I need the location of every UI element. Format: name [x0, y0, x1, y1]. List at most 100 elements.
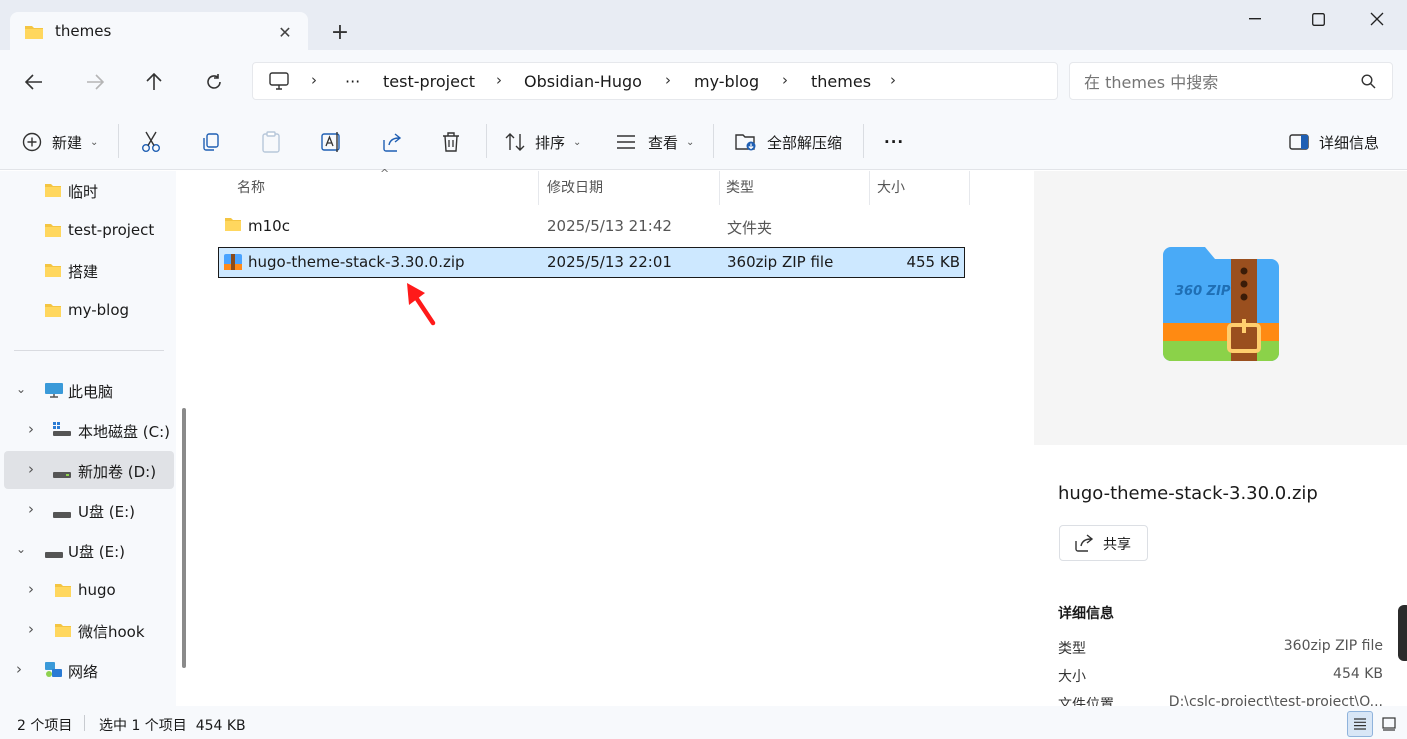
back-button[interactable] — [16, 66, 52, 98]
chevron-right-icon[interactable]: › — [28, 500, 34, 518]
sidebar-item-usb[interactable]: ⌄ U盘 (E:) — [4, 531, 174, 569]
sidebar-item-linshi[interactable]: 临时 — [4, 171, 174, 209]
chevron-right-icon[interactable]: › — [16, 660, 22, 678]
breadcrumb-themes[interactable]: themes — [811, 72, 871, 91]
edge-panel-handle[interactable] — [1398, 605, 1407, 661]
sidebar-item-test-project[interactable]: test-project — [4, 211, 174, 249]
breadcrumb-my-blog[interactable]: my-blog — [694, 72, 759, 91]
view-button[interactable]: 查看 ⌄ — [616, 126, 694, 158]
column-divider[interactable] — [719, 171, 720, 205]
file-type: 360zip ZIP file — [727, 253, 834, 271]
this-pc-icon[interactable] — [269, 72, 289, 94]
windows-drive-icon — [52, 421, 72, 441]
column-header-modified[interactable]: 修改日期 — [547, 177, 603, 197]
minimize-button[interactable] — [1232, 4, 1278, 34]
extract-all-button[interactable]: 全部解压缩 — [735, 126, 842, 158]
address-row: › ··· test-project › Obsidian-Hugo › my-… — [0, 50, 1407, 112]
chevron-right-icon[interactable]: › — [782, 71, 788, 89]
more-options-button[interactable]: ··· — [884, 126, 904, 158]
sidebar-item-hugo[interactable]: › hugo — [4, 571, 174, 609]
new-tab-button[interactable]: + — [326, 18, 354, 46]
search-input[interactable] — [1084, 70, 1354, 94]
chevron-down-icon[interactable]: ⌄ — [16, 382, 26, 396]
zip-archive-icon — [223, 253, 243, 275]
view-button-label: 查看 — [648, 133, 679, 152]
close-tab-icon[interactable]: ✕ — [274, 21, 296, 43]
toolbar-divider — [486, 124, 487, 158]
sidebar-scrollbar[interactable] — [182, 408, 186, 668]
sidebar-item-drive-e[interactable]: › U盘 (E:) — [4, 491, 174, 529]
file-name: hugo-theme-stack-3.30.0.zip — [248, 253, 465, 271]
tiles-view-button[interactable] — [1376, 711, 1402, 737]
sidebar-item-label: U盘 (E:) — [68, 543, 125, 561]
sidebar-item-this-pc[interactable]: ⌄ 此电脑 — [4, 371, 174, 409]
preview-thumbnail-area: 360 ZIP — [1034, 171, 1407, 445]
breadcrumb-test-project[interactable]: test-project — [383, 72, 475, 91]
preview-pane: 360 ZIP hugo-theme-stack-3.30.0.zip 共享 详… — [1032, 171, 1407, 713]
folder-icon — [44, 303, 62, 322]
tab-themes[interactable]: themes ✕ — [10, 12, 308, 52]
chevron-right-icon[interactable]: › — [890, 71, 896, 89]
copy-icon — [201, 132, 221, 152]
sidebar-item-label: hugo — [78, 581, 116, 599]
sidebar-item-drive-c[interactable]: › 本地磁盘 (C:) — [4, 411, 174, 449]
sidebar-item-dajian[interactable]: 搭建 — [4, 251, 174, 289]
share-button[interactable]: 共享 — [1059, 525, 1148, 561]
sidebar-item-drive-d[interactable]: › 新加卷 (D:) — [4, 451, 174, 489]
detail-value: 360zip ZIP file — [1283, 638, 1383, 654]
folder-icon — [54, 583, 72, 602]
breadcrumb-ellipsis[interactable]: ··· — [345, 72, 360, 91]
share-button[interactable] — [381, 126, 403, 158]
address-bar[interactable]: › ··· test-project › Obsidian-Hugo › my-… — [252, 62, 1058, 100]
sidebar-item-wechat-hook[interactable]: › 微信hook — [4, 611, 174, 649]
chevron-right-icon[interactable]: › — [28, 460, 34, 478]
chevron-right-icon[interactable]: › — [28, 620, 34, 638]
column-header-size[interactable]: 大小 — [877, 177, 905, 197]
search-icon[interactable] — [1361, 74, 1376, 93]
command-bar: 新建 ⌄ 排序 ⌄ 查看 ⌄ 全部解压缩 ··· 详细信息 — [0, 112, 1407, 170]
details-view-button[interactable] — [1347, 711, 1373, 737]
paste-button[interactable] — [261, 126, 281, 158]
sort-arrows-icon — [505, 132, 525, 152]
sidebar-item-network[interactable]: › 网络 — [4, 651, 174, 689]
details-pane-button[interactable]: 详细信息 — [1289, 126, 1379, 158]
rename-icon — [321, 131, 343, 153]
close-window-button[interactable] — [1354, 4, 1400, 34]
chevron-right-icon[interactable]: › — [665, 71, 671, 89]
detail-value: 454 KB — [1333, 666, 1383, 682]
copy-button[interactable] — [201, 126, 221, 158]
chevron-right-icon[interactable]: › — [311, 71, 317, 89]
up-button[interactable] — [136, 66, 172, 98]
rename-button[interactable] — [321, 126, 343, 158]
file-row-zip[interactable]: hugo-theme-stack-3.30.0.zip 2025/5/13 22… — [218, 247, 965, 278]
chevron-right-icon[interactable]: › — [28, 580, 34, 598]
delete-button[interactable] — [441, 126, 461, 158]
column-header-type[interactable]: 类型 — [726, 177, 754, 197]
chevron-right-icon[interactable]: › — [496, 71, 502, 89]
file-list: ^ 名称 修改日期 类型 大小 m10c 2025/5/13 21:42 文件夹… — [197, 167, 1032, 706]
chevron-right-icon[interactable]: › — [28, 420, 34, 438]
file-type: 文件夹 — [727, 219, 773, 237]
forward-button[interactable] — [77, 66, 113, 98]
chevron-down-icon[interactable]: ⌄ — [16, 542, 26, 556]
search-box[interactable] — [1069, 62, 1393, 100]
column-header-name[interactable]: 名称 — [237, 177, 265, 197]
column-divider[interactable] — [869, 171, 870, 205]
breadcrumb-obsidian-hugo[interactable]: Obsidian-Hugo — [524, 72, 642, 91]
title-bar: themes ✕ + — [0, 0, 1407, 52]
refresh-button[interactable] — [196, 66, 232, 98]
detail-row-type: 类型 360zip ZIP file — [1058, 638, 1383, 660]
chevron-down-icon: ⌄ — [573, 136, 582, 148]
maximize-button[interactable] — [1295, 4, 1341, 34]
drive-icon — [52, 465, 72, 483]
column-divider[interactable] — [538, 171, 539, 205]
sidebar-item-my-blog[interactable]: my-blog — [4, 291, 174, 329]
new-button[interactable]: 新建 ⌄ — [22, 126, 98, 158]
cut-button[interactable] — [141, 126, 161, 158]
trash-icon — [441, 131, 461, 153]
sort-button[interactable]: 排序 ⌄ — [505, 126, 581, 158]
column-divider[interactable] — [969, 171, 970, 205]
folder-icon — [24, 24, 44, 44]
share-button-label: 共享 — [1103, 537, 1131, 553]
file-row-m10c[interactable]: m10c 2025/5/13 21:42 文件夹 — [218, 211, 965, 242]
